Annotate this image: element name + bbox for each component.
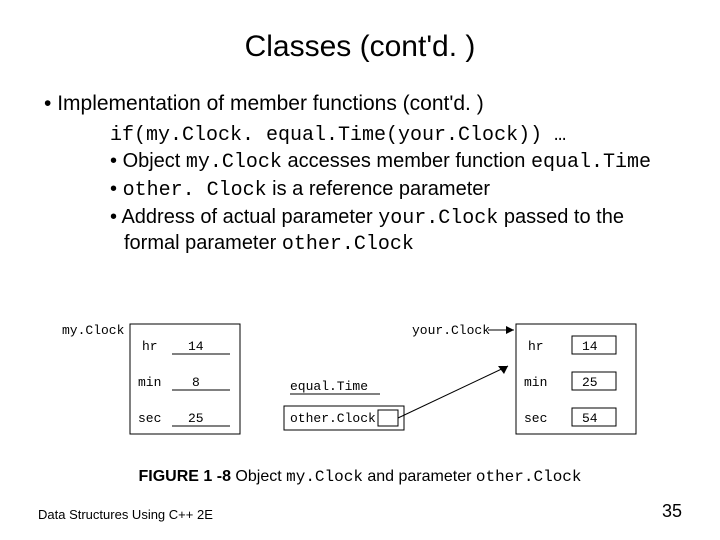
myclock-hr: 14 [188,339,204,354]
text: Object [231,468,286,485]
text: Address of actual parameter [121,206,378,228]
myclock-label: my.Clock [62,323,125,338]
field-sec: sec [138,411,161,426]
yourclock-min: 25 [582,375,598,390]
myclock-min: 8 [192,375,200,390]
field-hr: hr [528,339,544,354]
page-number: 35 [662,501,682,522]
arrowhead-icon [506,326,514,334]
text: Object [123,150,186,172]
field-min: min [138,375,161,390]
code-line: if(my.Clock. equal.Time(your.Clock)) … [110,124,680,147]
text: and parameter [363,468,476,485]
bullet-level2-a: Object my.Clock accesses member function… [110,149,680,175]
yourclock-sec: 54 [582,411,598,426]
code-inline: equal.Time [531,151,651,174]
reference-box [378,410,398,426]
code-inline: other.Clock [476,468,582,486]
figure-diagram: my.Clock hr 14 min 8 sec 25 equal.Time o… [60,318,660,468]
bullet-level2-c: Address of actual parameter your.Clock p… [110,205,680,257]
myclock-sec: 25 [188,411,204,426]
bullet-level1: Implementation of member functions (cont… [44,92,680,116]
slide-title: Classes (cont'd. ) [40,30,680,64]
code-inline: my.Clock [286,468,363,486]
otherclock-label: other.Clock [290,411,376,426]
field-sec: sec [524,411,547,426]
text: accesses member function [282,150,531,172]
field-min: min [524,375,547,390]
code-inline: other.Clock [282,233,414,256]
footer-left: Data Structures Using C++ 2E [38,507,213,522]
yourclock-hr: 14 [582,339,598,354]
text: is a reference parameter [267,178,490,200]
figure-caption: FIGURE 1 -8 Object my.Clock and paramete… [0,468,720,486]
code-inline: my.Clock [186,151,282,174]
code-inline: other. Clock [123,179,267,202]
code-inline: your.Clock [378,207,498,230]
caption-bold: FIGURE 1 -8 [139,468,231,485]
yourclock-label: your.Clock [412,323,490,338]
equaltime-label: equal.Time [290,379,368,394]
field-hr: hr [142,339,158,354]
reference-arrow [398,366,508,418]
bullet-level2-b: other. Clock is a reference parameter [110,177,680,203]
